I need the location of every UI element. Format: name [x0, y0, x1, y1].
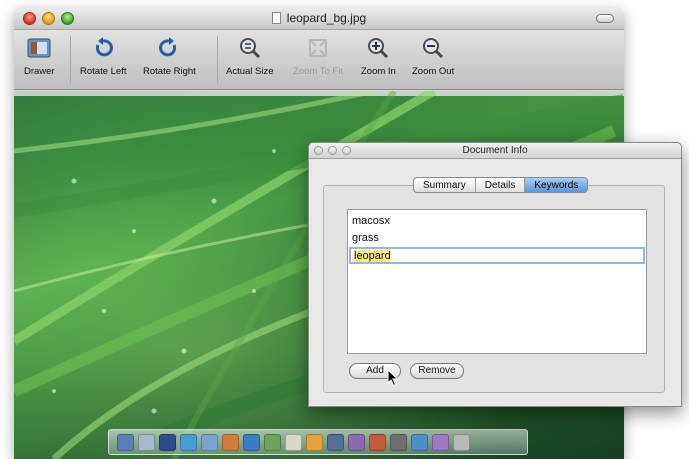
address-book-dock-icon[interactable] — [222, 433, 239, 451]
toolbar: Drawer Rotate Left Rotate Right Actual S… — [14, 30, 624, 90]
document-info-panel: Document Info Summary Details Keywords m… — [308, 142, 682, 407]
zoom-out-icon — [423, 38, 444, 59]
downloads-dock-icon[interactable] — [432, 433, 449, 451]
toolbar-separator — [70, 36, 71, 84]
iphoto-dock-icon[interactable] — [264, 433, 281, 451]
document-info-titlebar[interactable]: Document Info — [309, 143, 681, 159]
tab-summary[interactable]: Summary — [414, 178, 476, 192]
document-info-title: Document Info — [462, 145, 528, 156]
ichat-dock-icon[interactable] — [201, 433, 218, 451]
mail-dock-icon[interactable] — [159, 433, 176, 451]
system-preferences-dock-icon[interactable] — [390, 433, 407, 451]
safari-dock-icon[interactable] — [180, 433, 197, 451]
tab-details[interactable]: Details — [476, 178, 526, 192]
photo-booth-dock-icon[interactable] — [369, 433, 386, 451]
keyword-item[interactable]: grass — [352, 232, 379, 244]
window-titlebar[interactable]: leopard_bg.jpg — [14, 8, 624, 30]
zoom-out-button[interactable]: Zoom Out — [412, 36, 454, 77]
rotate-left-button[interactable]: Rotate Left — [80, 36, 126, 77]
dashboard-dock-icon[interactable] — [138, 433, 155, 451]
toolbar-toggle-button[interactable] — [596, 14, 614, 23]
actual-size-icon — [239, 38, 260, 59]
keyword-edit-field[interactable]: leopard — [349, 247, 645, 264]
drawer-icon — [27, 38, 51, 58]
zoom-in-icon — [368, 38, 389, 59]
rotate-right-icon — [159, 37, 177, 57]
zoom-to-fit-button[interactable]: Zoom To Fit — [293, 36, 343, 77]
preview-dock-icon[interactable] — [327, 433, 344, 451]
trash-dock-icon[interactable] — [453, 433, 470, 451]
keywords-list[interactable]: macosx grass leopard — [347, 209, 647, 354]
garageband-dock-icon[interactable] — [306, 433, 323, 451]
actual-size-button[interactable]: Actual Size — [226, 36, 274, 77]
toolbar-separator — [217, 36, 218, 84]
finder-dock-icon[interactable] — [117, 433, 134, 451]
tab-keywords[interactable]: Keywords — [525, 178, 588, 192]
keyword-edit-text: leopard — [354, 250, 391, 262]
window-title: leopard_bg.jpg — [286, 11, 367, 25]
remove-keyword-button[interactable]: Remove — [410, 363, 464, 379]
itunes-dock-icon[interactable] — [285, 433, 302, 451]
tab-bar: Summary Details Keywords — [413, 177, 589, 193]
rotate-right-button[interactable]: Rotate Right — [143, 36, 196, 77]
ical-dock-icon[interactable] — [243, 433, 260, 451]
document-icon — [271, 12, 281, 24]
time-machine-dock-icon[interactable] — [411, 433, 428, 451]
rotate-left-icon — [96, 37, 114, 57]
zoom-in-button[interactable]: Zoom In — [361, 36, 396, 77]
drawer-button[interactable]: Drawer — [24, 36, 55, 77]
mouse-cursor-icon — [387, 369, 399, 387]
window-title-container: leopard_bg.jpg — [14, 11, 624, 25]
dock — [108, 429, 528, 455]
keyword-item[interactable]: macosx — [352, 215, 390, 227]
zoom-to-fit-icon — [308, 39, 327, 57]
imovie-dock-icon[interactable] — [348, 433, 365, 451]
